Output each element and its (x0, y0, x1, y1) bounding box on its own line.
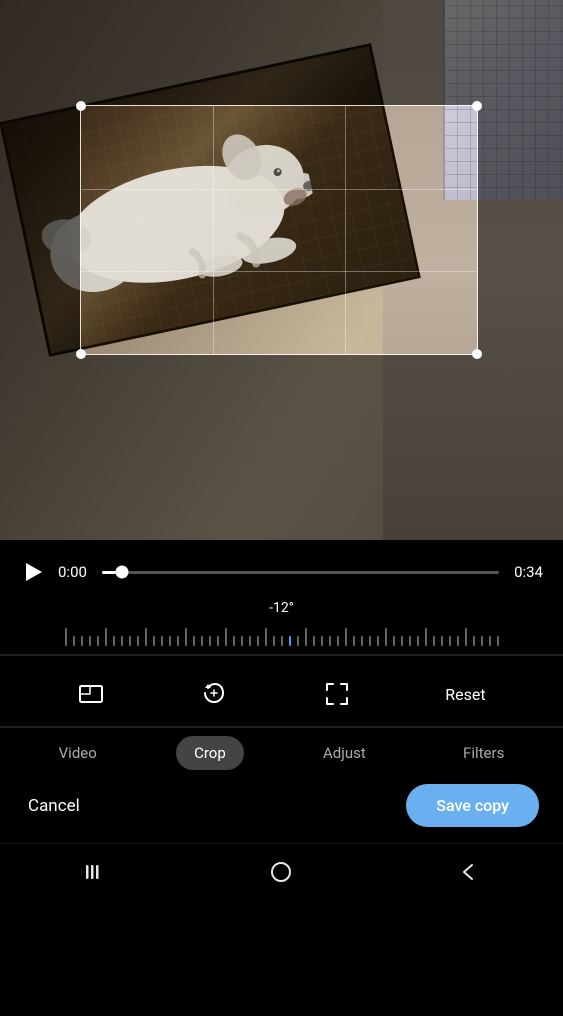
action-bar: Cancel Save copy (0, 774, 563, 843)
nav-bar (0, 843, 563, 908)
nav-home-button[interactable] (263, 854, 299, 890)
timeline-track[interactable] (102, 571, 499, 574)
tab-adjust[interactable]: Adjust (305, 736, 384, 770)
bed-layer (443, 0, 563, 200)
timeline-row: 0:00 0:34 (0, 540, 563, 594)
rotation-value: -12° (269, 600, 294, 616)
tick-ruler[interactable] (0, 622, 563, 652)
current-time: 0:00 (58, 563, 92, 581)
expand-icon (323, 680, 351, 708)
tab-video[interactable]: Video (41, 736, 115, 770)
preview-area (0, 0, 563, 540)
reset-button[interactable]: Reset (435, 679, 495, 710)
tick-ruler-inner (20, 628, 543, 646)
timeline-thumb[interactable] (115, 566, 128, 579)
expand-button[interactable] (313, 674, 361, 714)
play-button[interactable] (20, 558, 48, 586)
total-time: 0:34 (509, 563, 543, 581)
aspect-ratio-icon (77, 680, 105, 708)
nav-recents-button[interactable] (76, 854, 112, 890)
aspect-ratio-button[interactable] (67, 674, 115, 714)
nav-back-button[interactable] (451, 854, 487, 890)
controls-area: 0:00 0:34 -12° (0, 540, 563, 1016)
rotate-button[interactable] (190, 674, 238, 714)
tab-bar: Video Crop Adjust Filters (0, 727, 563, 774)
tab-filters[interactable]: Filters (445, 736, 522, 770)
rotate-icon (200, 680, 228, 708)
cancel-button[interactable]: Cancel (24, 788, 84, 824)
rotation-row: -12° (0, 594, 563, 654)
save-copy-button[interactable]: Save copy (406, 784, 539, 827)
play-icon (26, 563, 42, 581)
tool-row: Reset (0, 655, 563, 726)
tab-crop[interactable]: Crop (176, 736, 244, 770)
